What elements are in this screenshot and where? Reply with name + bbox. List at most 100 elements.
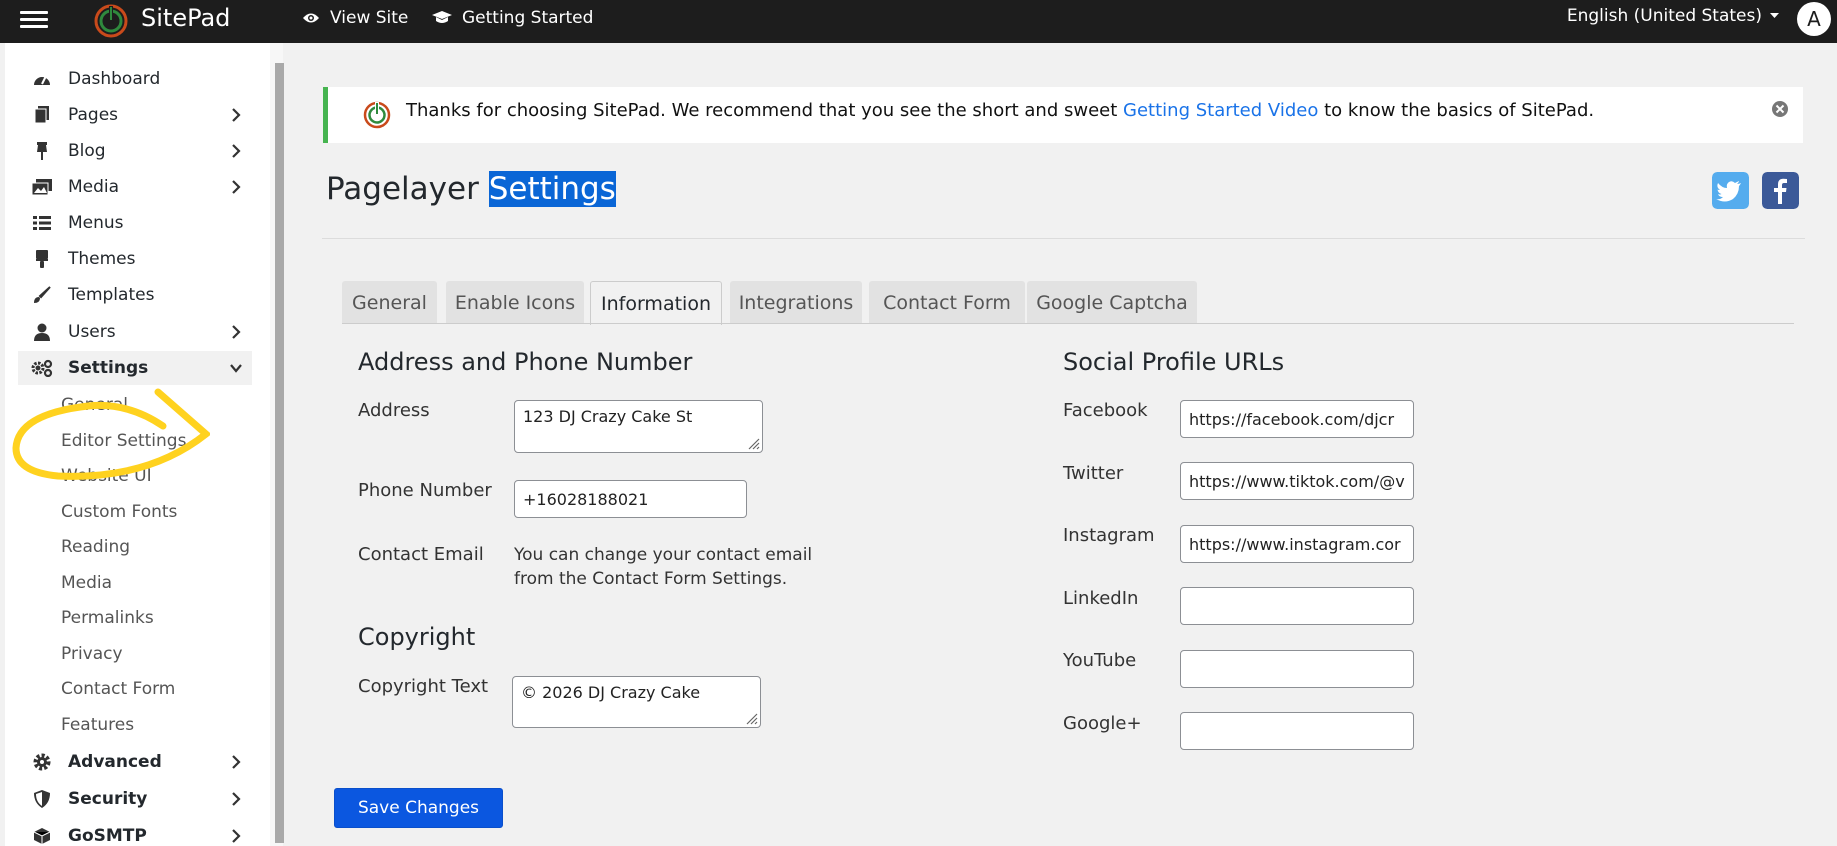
language-selector[interactable]: English (United States)	[1567, 6, 1779, 26]
sidebar-item-label: Themes	[68, 249, 136, 269]
view-site-link[interactable]: View Site	[302, 8, 408, 28]
sidebar-item-users[interactable]: Users	[18, 315, 252, 349]
menus-icon	[31, 212, 53, 234]
phone-number-input[interactable]: +16028188021	[514, 480, 747, 518]
close-icon[interactable]	[1771, 100, 1789, 118]
sitepad-logo-icon[interactable]	[92, 2, 130, 40]
chevron-down-icon	[230, 364, 242, 373]
facebook-url-input[interactable]: https://facebook.com/djcr	[1180, 400, 1414, 438]
sidebar-subitem-features[interactable]: Features	[61, 715, 134, 735]
linkedin-label: LinkedIn	[1063, 588, 1139, 609]
instagram-label: Instagram	[1063, 525, 1155, 546]
graduation-cap-icon	[432, 11, 452, 23]
google-plus-label: Google+	[1063, 713, 1142, 734]
social-section-title: Social Profile URLs	[1063, 348, 1285, 376]
tab-information[interactable]: Information	[590, 281, 722, 325]
save-changes-button[interactable]: Save Changes	[334, 788, 503, 828]
sidebar-item-themes[interactable]: Themes	[18, 242, 252, 276]
sidebar-item-media[interactable]: Media	[18, 170, 252, 204]
tab-integrations[interactable]: Integrations	[730, 281, 862, 324]
top-bar: SitePad View Site Getting Started Englis…	[0, 0, 1837, 43]
sidebar-item-label: Users	[68, 322, 116, 342]
sidebar-subitem-reading[interactable]: Reading	[61, 537, 130, 557]
sidebar-item-label: Security	[68, 789, 148, 809]
sidebar-scrollbar-thumb[interactable]	[275, 63, 284, 843]
copyright-value: © 2026 DJ Crazy Cake	[521, 683, 701, 702]
sidebar-item-label: Pages	[68, 105, 119, 125]
linkedin-url-input[interactable]	[1180, 587, 1414, 625]
tab-contact-form[interactable]: Contact Form	[869, 281, 1025, 324]
contact-email-note: You can change your contact email from t…	[514, 545, 813, 589]
getting-started-link[interactable]: Getting Started	[432, 8, 593, 28]
getting-started-label: Getting Started	[462, 8, 594, 28]
address-label: Address	[358, 400, 430, 421]
tab-google-captcha[interactable]: Google Captcha	[1027, 281, 1197, 324]
sidebar-item-pages[interactable]: Pages	[18, 98, 252, 132]
tabs-underline	[342, 323, 1794, 324]
sidebar-item-label: Media	[68, 177, 120, 197]
dashboard-icon	[31, 68, 53, 90]
google-plus-url-input[interactable]	[1180, 712, 1414, 750]
getting-started-video-link[interactable]: Getting Started Video	[1123, 100, 1318, 121]
copyright-section-title: Copyright	[358, 623, 476, 651]
phone-number-label: Phone Number	[358, 480, 492, 501]
sidebar-item-menus[interactable]: Menus	[18, 206, 252, 240]
resize-grip-icon[interactable]	[746, 436, 760, 450]
sidebar: Dashboard Pages Blog Media Menus Themes …	[5, 43, 284, 846]
phone-number-value: +16028188021	[523, 490, 649, 509]
sidebar-subitem-privacy[interactable]: Privacy	[61, 644, 123, 664]
page-title: Pagelayer Settings	[326, 171, 616, 207]
brand-name[interactable]: SitePad	[141, 4, 230, 32]
chevron-right-icon	[232, 180, 241, 194]
instagram-url-input[interactable]: https://www.instagram.cor	[1180, 525, 1414, 563]
sidebar-item-dashboard[interactable]: Dashboard	[18, 62, 252, 96]
hamburger-menu-icon[interactable]	[20, 8, 48, 32]
sidebar-item-blog[interactable]: Blog	[18, 134, 252, 168]
sidebar-item-security[interactable]: Security	[18, 782, 252, 816]
chevron-right-icon	[232, 144, 241, 158]
view-site-label: View Site	[330, 8, 409, 28]
avatar[interactable]: A	[1797, 2, 1831, 36]
facebook-icon[interactable]	[1762, 172, 1799, 209]
resize-grip-icon[interactable]	[744, 711, 758, 725]
chevron-right-icon	[232, 755, 241, 769]
sidebar-subitem-contact-form[interactable]: Contact Form	[61, 679, 175, 699]
sidebar-item-templates[interactable]: Templates	[18, 278, 252, 312]
sidebar-item-label: GoSMTP	[68, 826, 147, 846]
sidebar-subitem-general[interactable]: General	[61, 395, 128, 415]
address-value: 123 DJ Crazy Cake St	[523, 407, 693, 426]
sidebar-subitem-media[interactable]: Media	[61, 573, 112, 593]
youtube-url-input[interactable]	[1180, 650, 1414, 688]
sitepad-logo-icon	[363, 101, 391, 129]
sidebar-item-label: Blog	[68, 141, 106, 161]
notice-text-before: Thanks for choosing SitePad. We recommen…	[406, 100, 1124, 121]
sidebar-item-gosmtp[interactable]: GoSMTP	[18, 819, 252, 846]
tab-general[interactable]: General	[342, 281, 437, 324]
sidebar-item-advanced[interactable]: Advanced	[18, 745, 252, 779]
sidebar-subitem-permalinks[interactable]: Permalinks	[61, 608, 154, 628]
sidebar-subitem-website-ui[interactable]: Website UI	[61, 466, 152, 486]
sidebar-item-settings[interactable]: Settings	[18, 351, 252, 385]
tab-enable-icons[interactable]: Enable Icons	[446, 281, 584, 324]
youtube-label: YouTube	[1063, 650, 1137, 671]
welcome-notice: Thanks for choosing SitePad. We recommen…	[323, 87, 1803, 143]
sidebar-item-label: Templates	[68, 285, 155, 305]
shield-icon	[31, 788, 53, 810]
sidebar-item-label: Advanced	[68, 752, 162, 772]
box-icon	[31, 825, 53, 846]
gear-icon	[31, 751, 53, 773]
sidebar-subitem-custom-fonts[interactable]: Custom Fonts	[61, 502, 177, 522]
header-divider	[322, 238, 1805, 239]
copyright-text-label: Copyright Text	[358, 676, 489, 697]
contact-email-label: Contact Email	[358, 544, 484, 565]
sidebar-item-label: Dashboard	[68, 69, 161, 89]
sidebar-subitem-editor-settings[interactable]: Editor Settings	[61, 431, 186, 451]
facebook-url-value: https://facebook.com/djcr	[1189, 410, 1395, 429]
twitter-url-value: https://www.tiktok.com/@v	[1189, 472, 1405, 491]
page-title-plain: Pagelayer	[326, 171, 489, 207]
address-textarea[interactable]: 123 DJ Crazy Cake St	[514, 400, 763, 453]
notice-message: Thanks for choosing SitePad. We recommen…	[406, 100, 1594, 121]
copyright-textarea[interactable]: © 2026 DJ Crazy Cake	[512, 676, 761, 728]
twitter-url-input[interactable]: https://www.tiktok.com/@v	[1180, 462, 1414, 500]
twitter-icon[interactable]	[1712, 172, 1749, 209]
